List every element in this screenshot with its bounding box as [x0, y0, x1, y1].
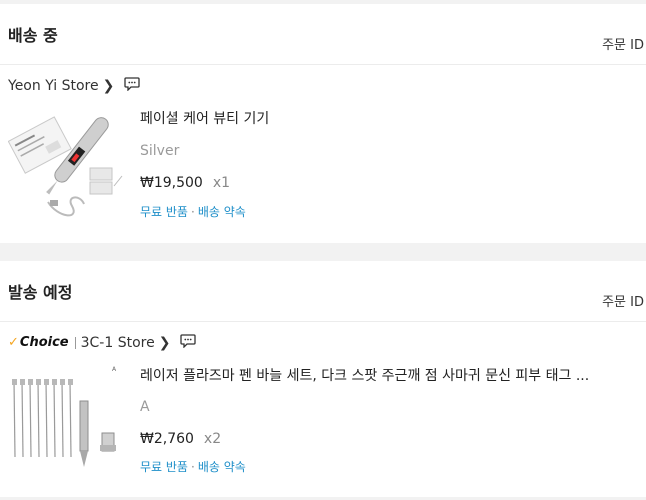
product-quantity: x1	[212, 175, 231, 191]
order-id-link[interactable]: 주문 ID	[602, 291, 644, 310]
product-variant: A	[140, 399, 150, 415]
chat-icon[interactable]	[124, 76, 140, 95]
order-card-to-ship: 발송 예정 주문 ID ✓ Choice 3C-1 Store ❯ A 레이저 …	[0, 261, 646, 497]
service-tags: 무료 반품 · 배송 약속	[140, 458, 246, 475]
section-title: 배송 중	[8, 26, 58, 45]
service-tags: 무료 반품 · 배송 약속	[140, 203, 246, 220]
chevron-right-icon[interactable]: ❯	[103, 78, 115, 94]
store-name[interactable]: 3C-1 Store	[81, 335, 155, 351]
product-name[interactable]: 레이저 플라즈마 펜 바늘 세트, 다크 스팟 주근깨 점 사마귀 문신 피부 …	[140, 365, 589, 385]
order-id-link[interactable]: 주문 ID	[602, 34, 644, 53]
chat-icon[interactable]	[180, 333, 197, 352]
store-name[interactable]: Yeon Yi Store	[8, 78, 99, 94]
beauty-pen-product-image[interactable]	[7, 106, 126, 224]
product-price: ₩2,760	[140, 431, 194, 447]
order-card-shipping: 배송 중 주문 ID Yeon Yi Store ❯ 페이셜 케어 뷰티 기기 …	[0, 4, 646, 243]
section-title: 발송 예정	[8, 283, 73, 302]
check-icon: ✓	[8, 335, 19, 350]
order-card-header: 배송 중 주문 ID	[0, 4, 646, 65]
needle-set-product-image[interactable]: A	[8, 361, 126, 479]
delivery-promise-tag: 배송 약속	[197, 205, 246, 219]
choice-label: Choice	[19, 335, 69, 350]
chevron-right-icon[interactable]: ❯	[159, 335, 171, 351]
price-row: ₩19,500 x1	[140, 175, 230, 191]
store-row[interactable]: Yeon Yi Store ❯	[8, 76, 140, 95]
price-row: ₩2,760 x2	[140, 431, 221, 447]
product-quantity: x2	[203, 431, 222, 447]
product-price: ₩19,500	[140, 175, 203, 191]
order-card-header: 발송 예정 주문 ID	[0, 261, 646, 322]
separator-dot: ·	[190, 460, 195, 474]
choice-badge: ✓ Choice	[8, 335, 69, 350]
free-return-tag: 무료 반품	[140, 460, 188, 474]
divider	[74, 336, 76, 349]
separator-dot: ·	[190, 205, 195, 219]
product-name[interactable]: 페이셜 케어 뷰티 기기	[140, 108, 269, 128]
product-variant: Silver	[140, 143, 180, 159]
delivery-promise-tag: 배송 약속	[197, 460, 246, 474]
free-return-tag: 무료 반품	[140, 205, 188, 219]
store-row[interactable]: ✓ Choice 3C-1 Store ❯	[8, 333, 197, 352]
